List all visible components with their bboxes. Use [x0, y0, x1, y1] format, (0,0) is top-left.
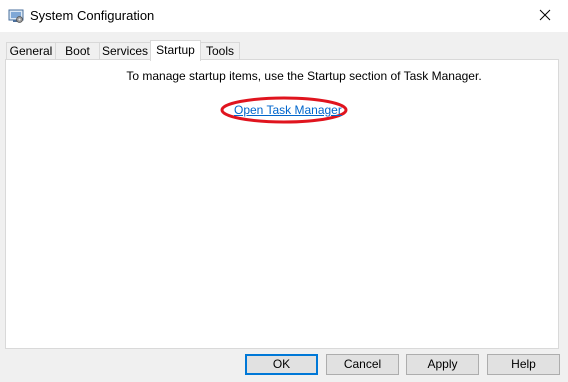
tab-services[interactable]: Services — [99, 42, 151, 60]
help-button[interactable]: Help — [487, 354, 560, 375]
close-icon — [539, 9, 551, 24]
cancel-button[interactable]: Cancel — [326, 354, 399, 375]
window-title: System Configuration — [30, 8, 155, 23]
startup-panel: To manage startup items, use the Startup… — [5, 59, 559, 349]
startup-info-text: To manage startup items, use the Startup… — [126, 69, 482, 83]
title-bar: System Configuration — [0, 0, 568, 32]
tab-startup[interactable]: Startup — [150, 40, 201, 61]
system-config-icon — [8, 8, 24, 24]
tab-general[interactable]: General — [6, 42, 56, 60]
ok-button[interactable]: OK — [245, 354, 318, 375]
open-task-manager-link[interactable]: Open Task Manager — [234, 103, 342, 117]
system-configuration-window: System Configuration General Boot Servic… — [0, 0, 568, 382]
apply-button[interactable]: Apply — [406, 354, 479, 375]
close-button[interactable] — [522, 0, 568, 32]
tab-boot[interactable]: Boot — [55, 42, 100, 60]
tab-tools[interactable]: Tools — [200, 42, 240, 60]
